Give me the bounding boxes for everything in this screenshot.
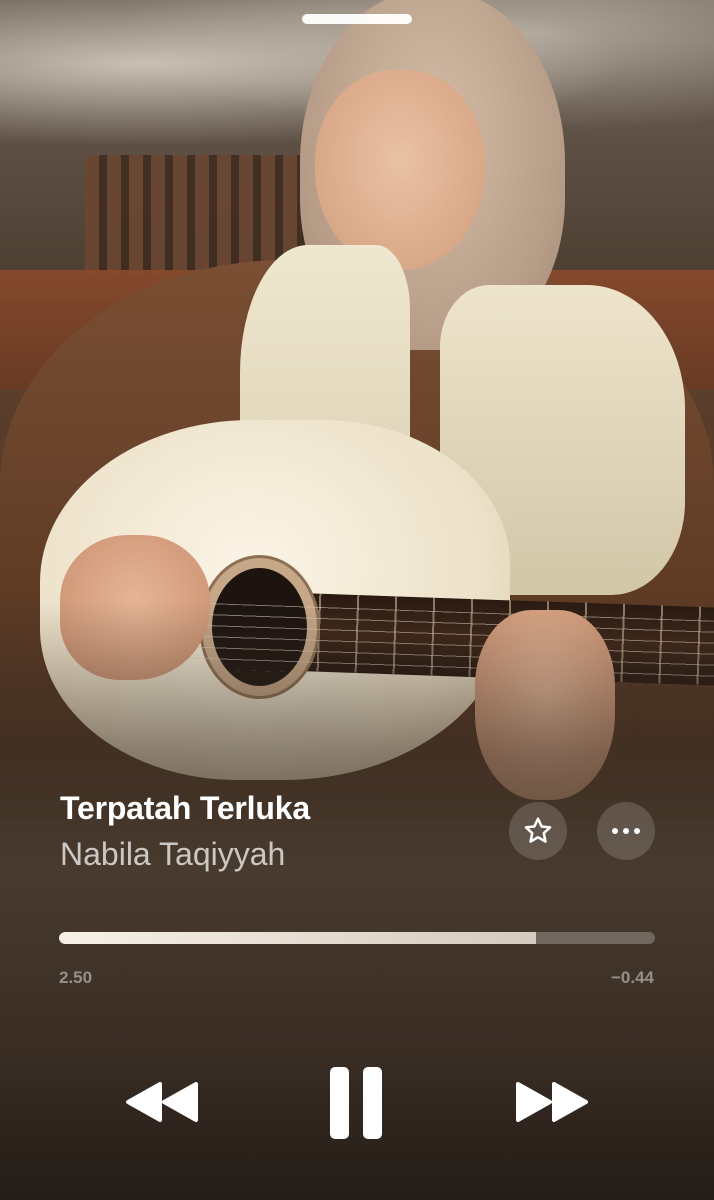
track-title[interactable]: Terpatah Terluka <box>60 790 310 827</box>
rewind-button[interactable] <box>118 1074 206 1130</box>
star-outline-icon <box>524 817 552 843</box>
rewind-icon <box>126 1082 198 1122</box>
elapsed-time: 2.50 <box>59 968 93 987</box>
more-options-button[interactable] <box>597 802 655 860</box>
pause-icon <box>330 1067 382 1139</box>
now-playing-screen: Terpatah Terluka Nabila Taqiyyah 2.50 −0… <box>0 0 714 1200</box>
track-artist[interactable]: Nabila Taqiyyah <box>60 836 285 873</box>
ellipsis-icon <box>612 828 640 834</box>
fast-forward-icon <box>516 1082 588 1122</box>
fast-forward-button[interactable] <box>508 1074 596 1130</box>
album-artwork <box>0 0 714 1200</box>
playback-progress-bar[interactable] <box>59 932 655 944</box>
remaining-time: −0.44 <box>610 968 654 987</box>
progress-fill <box>59 932 536 944</box>
sheet-grabber-handle[interactable] <box>302 14 412 24</box>
favorite-button[interactable] <box>509 802 567 860</box>
pause-button[interactable] <box>318 1062 394 1144</box>
